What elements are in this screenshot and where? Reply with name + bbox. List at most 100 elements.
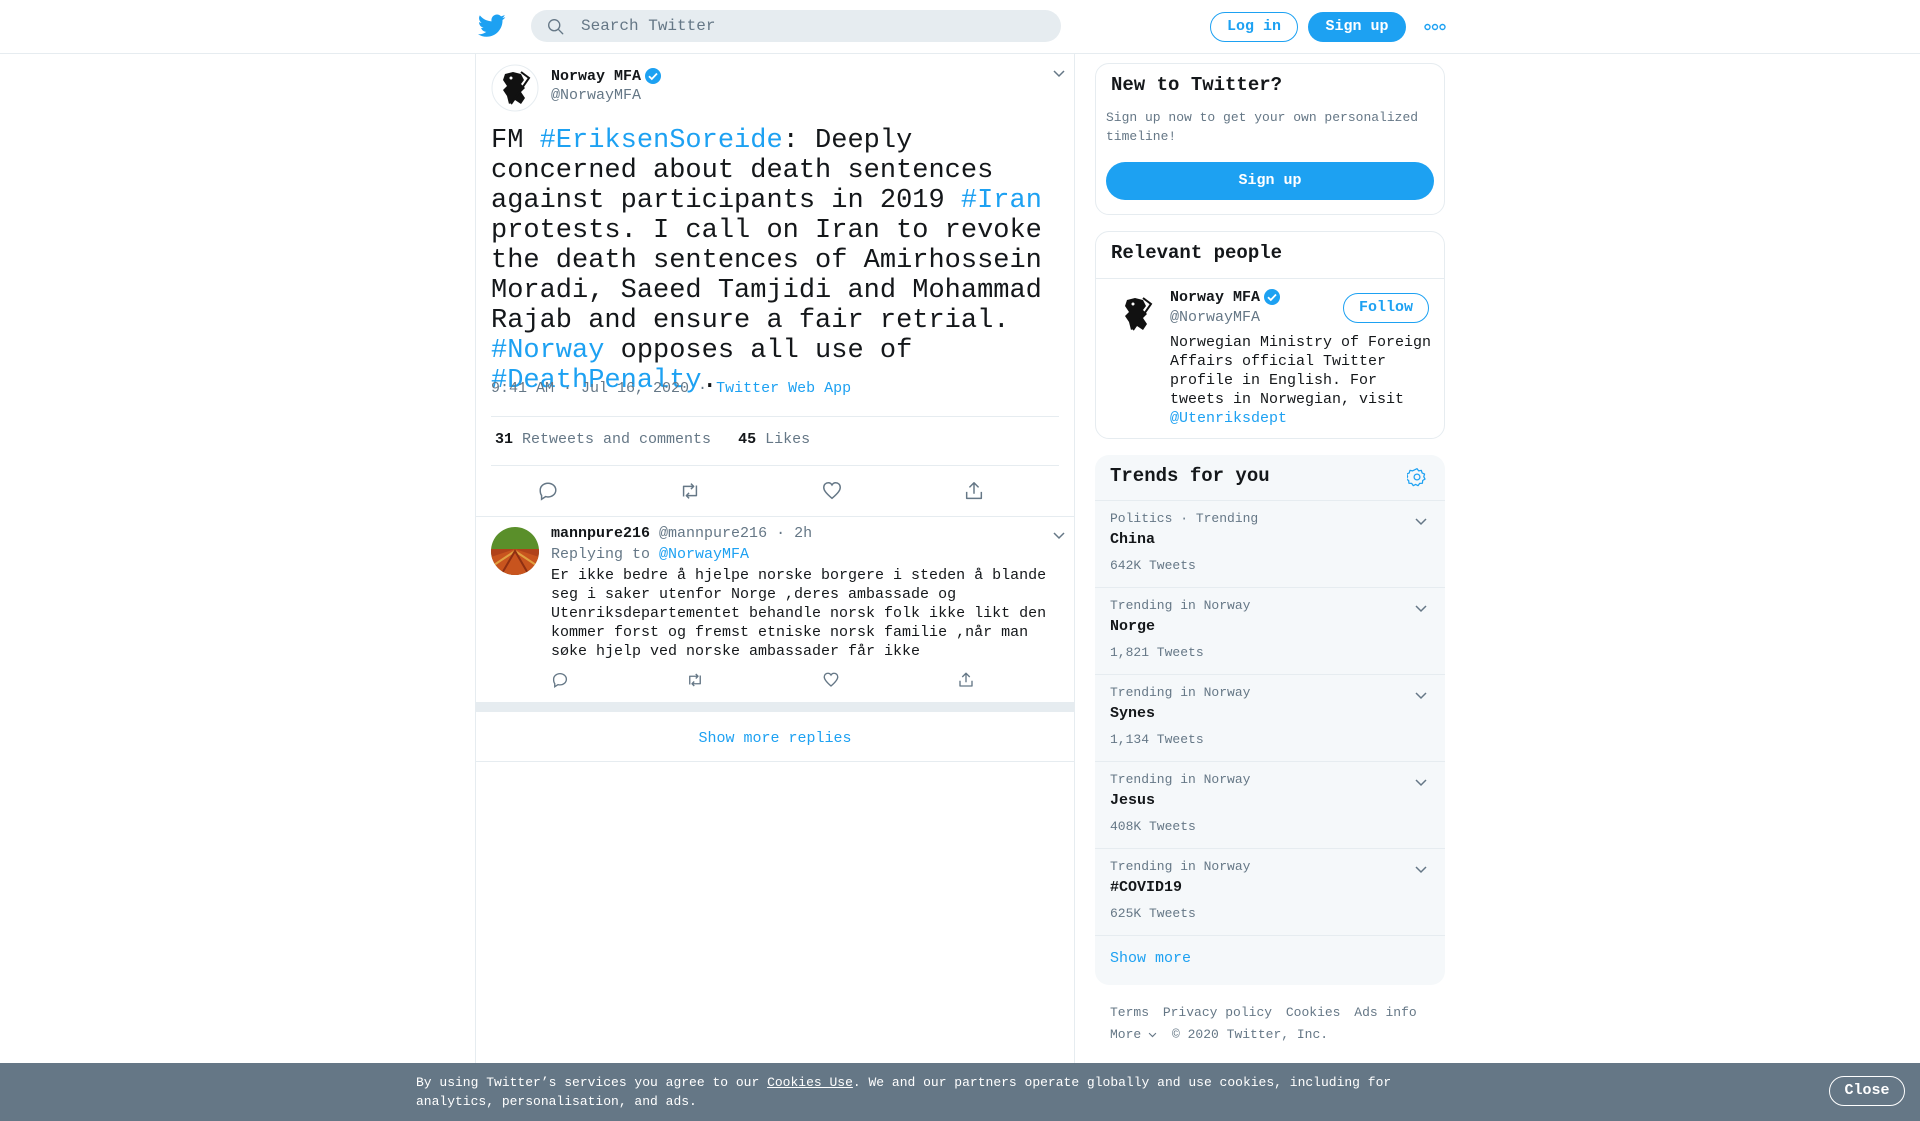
author-name-text[interactable]: Norway MFA bbox=[551, 68, 641, 85]
chevron-down-icon[interactable] bbox=[1413, 774, 1429, 790]
top-bar: Log in Sign up bbox=[0, 0, 1920, 54]
reply-tweet[interactable]: mannpure216 @mannpure216 · 2h Replying t… bbox=[476, 517, 1074, 707]
trend-count: 642K Tweets bbox=[1110, 558, 1196, 573]
replying-to-link[interactable]: @NorwayMFA bbox=[659, 546, 749, 563]
search-input[interactable] bbox=[581, 10, 1041, 42]
signup-button[interactable]: Sign up bbox=[1308, 12, 1406, 42]
tweet-text-part: protests. I call on Iran to revoke the d… bbox=[491, 216, 1042, 336]
footer-more-link[interactable]: More bbox=[1110, 1027, 1158, 1042]
trends-show-more-label[interactable]: Show more bbox=[1110, 950, 1191, 967]
gear-icon[interactable] bbox=[1407, 467, 1427, 487]
retweet-icon[interactable] bbox=[686, 671, 704, 689]
trend-count: 408K Tweets bbox=[1110, 819, 1196, 834]
search-box[interactable] bbox=[531, 10, 1061, 42]
trend-name[interactable]: #COVID19 bbox=[1110, 879, 1182, 896]
bio-mention-link[interactable]: @Utenriksdept bbox=[1170, 410, 1287, 427]
chevron-down-icon[interactable] bbox=[1413, 861, 1429, 877]
trend-name[interactable]: Norge bbox=[1110, 618, 1155, 635]
footer-link-terms[interactable]: Terms bbox=[1110, 1005, 1149, 1020]
tweet-timestamp[interactable]: 9:41 AM · Jul 16, 2020 bbox=[491, 380, 689, 397]
cookie-text: By using Twitter’s services you agree to… bbox=[416, 1073, 1416, 1111]
reply-icon[interactable] bbox=[537, 480, 559, 502]
tweet-text-part: opposes all use of bbox=[604, 336, 913, 366]
footer-link-cookies[interactable]: Cookies bbox=[1286, 1005, 1341, 1020]
tweet-author-name[interactable]: Norway MFA bbox=[551, 67, 662, 85]
retweets-count[interactable]: 31 bbox=[495, 431, 513, 448]
person-name-text[interactable]: Norway MFA bbox=[1170, 289, 1260, 306]
trend-count: 625K Tweets bbox=[1110, 906, 1196, 921]
tweet-text-part: FM bbox=[491, 126, 540, 156]
replying-prefix: Replying to bbox=[551, 546, 651, 563]
chevron-down-icon[interactable] bbox=[1413, 687, 1429, 703]
norway-mfa-avatar[interactable] bbox=[491, 64, 539, 112]
relevant-people-title: Relevant people bbox=[1111, 242, 1283, 264]
tweet-text: FM #EriksenSoreide: Deeply concerned abo… bbox=[491, 126, 1061, 396]
sidebar-signup-button[interactable]: Sign up bbox=[1106, 162, 1434, 200]
new-to-twitter-title: New to Twitter? bbox=[1111, 74, 1283, 96]
trends-show-more[interactable]: Show more bbox=[1095, 935, 1445, 985]
share-icon[interactable] bbox=[957, 671, 975, 689]
trends-title: Trends for you bbox=[1110, 465, 1270, 487]
cookies-use-link[interactable]: Cookies Use bbox=[767, 1075, 853, 1090]
footer-links: Terms Privacy policy Cookies Ads info Mo… bbox=[1110, 1002, 1440, 1046]
trend-count: 1,821 Tweets bbox=[1110, 645, 1204, 660]
verified-badge-icon bbox=[645, 68, 662, 84]
new-to-twitter-card: New to Twitter? Sign up now to get your … bbox=[1095, 63, 1445, 215]
tweet-actions bbox=[491, 466, 1059, 516]
person-handle[interactable]: @NorwayMFA bbox=[1170, 309, 1260, 326]
reply-header: mannpure216 @mannpure216 · 2h bbox=[551, 525, 812, 542]
tweet-author-handle[interactable]: @NorwayMFA bbox=[551, 87, 641, 104]
chevron-down-icon[interactable] bbox=[1051, 65, 1067, 81]
like-icon[interactable] bbox=[822, 671, 840, 689]
section-separator bbox=[476, 702, 1074, 712]
twitter-logo-icon[interactable] bbox=[478, 14, 506, 38]
reply-icon[interactable] bbox=[551, 671, 569, 689]
retweets-label[interactable]: Retweets and comments bbox=[522, 431, 711, 448]
chevron-down-icon[interactable] bbox=[1413, 513, 1429, 529]
likes-label[interactable]: Likes bbox=[765, 431, 810, 448]
footer-link-ads-info[interactable]: Ads info bbox=[1354, 1005, 1416, 1020]
footer-more-label[interactable]: More bbox=[1110, 1027, 1141, 1042]
trend-item[interactable]: Trending in Norway Jesus 408K Tweets bbox=[1095, 761, 1445, 848]
chevron-down-icon[interactable] bbox=[1051, 527, 1067, 543]
reply-actions bbox=[551, 671, 1061, 693]
relevant-people-card: Relevant people Norway MFA @NorwayMFA Fo… bbox=[1095, 231, 1445, 439]
share-icon[interactable] bbox=[963, 480, 985, 502]
trend-category: Trending in Norway bbox=[1110, 685, 1251, 700]
follow-button[interactable]: Follow bbox=[1343, 293, 1429, 323]
reply-age[interactable]: · 2h bbox=[776, 525, 812, 542]
reply-author-handle[interactable]: @mannpure216 bbox=[659, 525, 767, 542]
trend-name[interactable]: Jesus bbox=[1110, 792, 1155, 809]
verified-badge-icon bbox=[1264, 289, 1281, 305]
trend-item[interactable]: Trending in Norway Norge 1,821 Tweets bbox=[1095, 587, 1445, 674]
trend-item[interactable]: Politics · Trending China 642K Tweets bbox=[1095, 500, 1445, 587]
like-icon[interactable] bbox=[821, 480, 843, 502]
trend-name[interactable]: China bbox=[1110, 531, 1155, 548]
likes-count[interactable]: 45 bbox=[738, 431, 756, 448]
trend-item[interactable]: Trending in Norway #COVID19 625K Tweets bbox=[1095, 848, 1445, 935]
more-options-icon[interactable] bbox=[1424, 22, 1446, 32]
cookie-close-button[interactable]: Close bbox=[1829, 1076, 1905, 1106]
tweet-stats: 31 Retweets and comments 45 Likes bbox=[491, 416, 1059, 466]
copyright: © 2020 Twitter, Inc. bbox=[1172, 1027, 1329, 1042]
retweet-icon[interactable] bbox=[679, 480, 701, 502]
hashtag-link[interactable]: #Iran bbox=[961, 186, 1042, 216]
search-icon bbox=[548, 19, 564, 35]
tweet-source-link[interactable]: Twitter Web App bbox=[716, 380, 851, 397]
hashtag-link[interactable]: #Norway bbox=[491, 336, 604, 366]
replying-to: Replying to @NorwayMFA bbox=[551, 546, 749, 563]
main-column: Norway MFA @NorwayMFA FM #EriksenSoreide… bbox=[475, 54, 1075, 1121]
chevron-down-icon[interactable] bbox=[1413, 600, 1429, 616]
tweet-meta: 9:41 AM · Jul 16, 2020 · Twitter Web App bbox=[491, 380, 852, 397]
footer-link-privacy[interactable]: Privacy policy bbox=[1163, 1005, 1272, 1020]
chevron-down-icon bbox=[1148, 1032, 1157, 1038]
reply-author-name[interactable]: mannpure216 bbox=[551, 525, 650, 542]
login-button[interactable]: Log in bbox=[1210, 12, 1298, 42]
person-name[interactable]: Norway MFA bbox=[1170, 288, 1281, 306]
norway-mfa-avatar[interactable] bbox=[1113, 290, 1161, 338]
reply-author-avatar[interactable] bbox=[491, 527, 539, 575]
trend-name[interactable]: Synes bbox=[1110, 705, 1155, 722]
hashtag-link[interactable]: #EriksenSoreide bbox=[540, 126, 783, 156]
trend-item[interactable]: Trending in Norway Synes 1,134 Tweets bbox=[1095, 674, 1445, 761]
show-more-replies-link[interactable]: Show more replies bbox=[476, 712, 1074, 762]
